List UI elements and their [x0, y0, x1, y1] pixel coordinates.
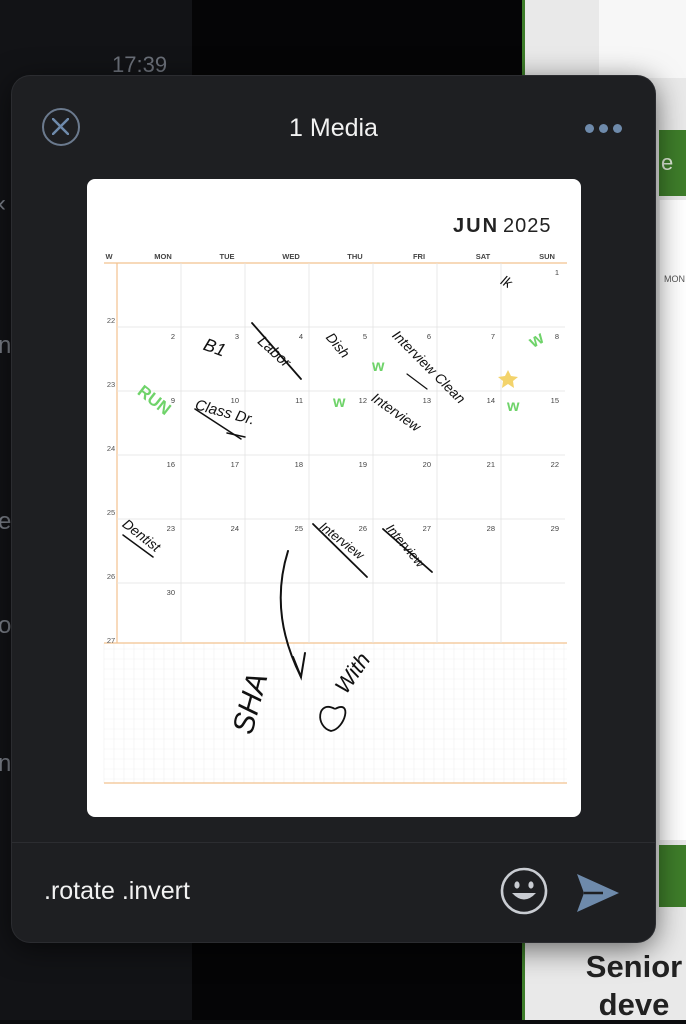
date-number: 3	[235, 332, 239, 341]
date-number: 6	[427, 332, 431, 341]
date-number: 11	[295, 396, 303, 405]
message-timestamp: 17:39	[112, 52, 168, 77]
send-button[interactable]	[575, 871, 621, 915]
date-number: 7	[491, 332, 495, 341]
calendar-image: JUN 2025 W MON TUE WED THU FRI SAT SUN222324252…	[103, 215, 567, 784]
day-header: WED	[282, 252, 300, 261]
date-number: 16	[167, 460, 175, 469]
day-header: SUN	[539, 252, 555, 261]
handwriting-class-dr: Class Dr.	[193, 396, 256, 428]
date-number: 24	[231, 524, 239, 533]
date-number: 29	[551, 524, 559, 533]
smile-emoji-icon	[500, 867, 548, 915]
more-options-button[interactable]	[584, 122, 624, 134]
handwriting-dish: Dish	[323, 329, 353, 361]
preview-sheet	[599, 0, 686, 78]
day-header: FRI	[413, 252, 425, 261]
preview-green-button: e	[659, 130, 686, 196]
day-header: TUE	[220, 252, 235, 261]
date-number: 27	[423, 524, 431, 533]
week-number: 26	[107, 572, 115, 581]
preview-day-header: MON	[664, 274, 685, 284]
date-number: 23	[167, 524, 175, 533]
preview-heading: Senior deve	[585, 949, 683, 1022]
date-number: 5	[363, 332, 367, 341]
week-number: 22	[107, 316, 115, 325]
chat-edge-glyph: ‹	[0, 190, 6, 218]
send-media-dialog: 1 Media JUN 2025 W MON TUE WED THU FRI SAT SUN 2…	[12, 76, 655, 942]
handwriting-with: With	[330, 648, 376, 698]
date-number: 28	[487, 524, 495, 533]
preview-calendar-fragment: MON	[659, 200, 686, 840]
week-number: 24	[107, 444, 115, 453]
date-number: 19	[359, 460, 367, 469]
week-number: 23	[107, 380, 115, 389]
emoji-button[interactable]	[499, 866, 549, 916]
date-number: 22	[551, 460, 559, 469]
date-number: 8	[555, 332, 559, 341]
media-preview[interactable]: JUN 2025 W MON TUE WED THU FRI SAT SUN 22 23 24 25 2…	[87, 179, 581, 817]
day-header: W	[105, 252, 113, 261]
green-mark: w	[506, 398, 520, 415]
green-mark: w	[332, 394, 346, 411]
date-number: 4	[299, 332, 303, 341]
more-horizontal-icon	[585, 124, 594, 133]
caption-input[interactable]	[42, 876, 486, 907]
date-number: 18	[295, 460, 303, 469]
handwriting-b1: B1	[201, 334, 229, 360]
date-number: 14	[487, 396, 495, 405]
green-mark: w	[371, 358, 385, 375]
chat-edge-glyph: n	[0, 332, 12, 359]
week-number: 27	[107, 636, 115, 645]
chat-edge-glyph: e	[0, 508, 12, 535]
calendar-year: 2025	[503, 215, 552, 237]
date-number: 1	[555, 268, 559, 277]
date-number: 10	[231, 396, 239, 405]
date-number: 21	[487, 460, 495, 469]
day-header: MON	[154, 252, 172, 261]
week-number: 25	[107, 508, 115, 517]
chat-edge-glyph: o	[0, 612, 12, 639]
date-number: 25	[295, 524, 303, 533]
preview-green-button-2	[659, 845, 686, 907]
handwriting-run: RUN	[134, 381, 175, 419]
green-mark: w	[524, 327, 548, 352]
send-arrow-icon	[577, 874, 619, 912]
date-number: 13	[423, 396, 431, 405]
day-header: THU	[347, 252, 362, 261]
calendar-month: JUN	[453, 215, 499, 237]
date-number: 17	[231, 460, 239, 469]
date-number: 2	[171, 332, 175, 341]
dialog-title: 1 Media	[289, 114, 378, 142]
date-number: 26	[359, 524, 367, 533]
chat-edge-glyph: n	[0, 750, 12, 777]
date-number: 15	[551, 396, 559, 405]
caption-divider	[12, 842, 655, 843]
day-header: SAT	[476, 252, 491, 261]
handwriting-interview: Interview	[369, 389, 425, 435]
date-number: 30	[167, 588, 175, 597]
date-number: 12	[359, 396, 367, 405]
date-number: 20	[423, 460, 431, 469]
